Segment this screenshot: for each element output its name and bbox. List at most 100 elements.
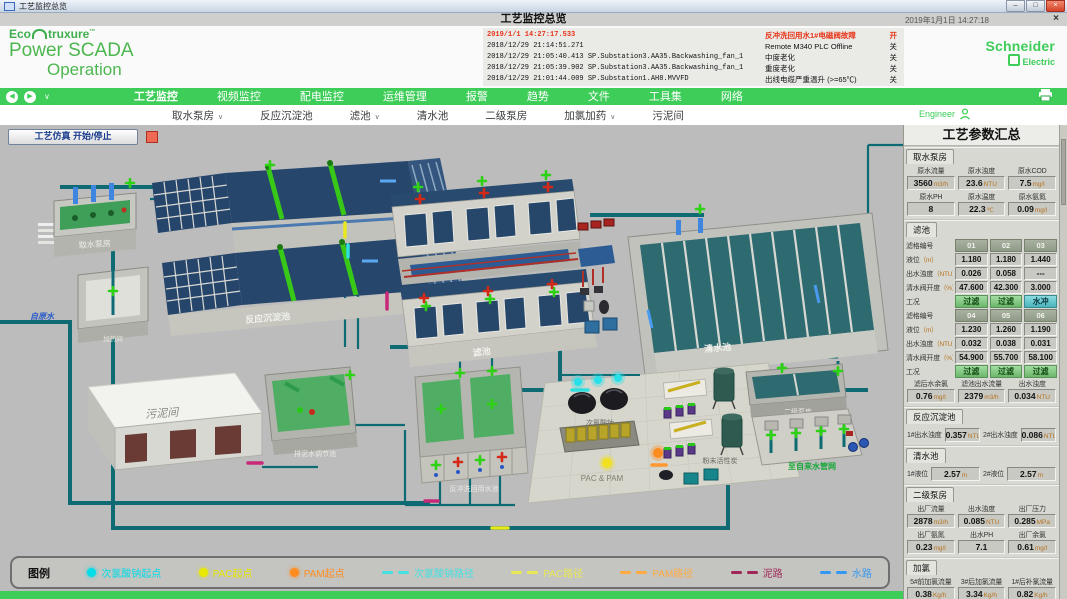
to-network-label: 至自来水管网 [788, 461, 836, 471]
legend-label: PAC路径 [543, 565, 583, 580]
secondary-pump-house[interactable]: 二级泵房 至自来水管网 [746, 364, 869, 471]
section-tab-加氯[interactable]: 加氯 [906, 560, 937, 575]
user-icon [959, 108, 971, 120]
sludge-building[interactable]: 污泥间 [88, 373, 262, 470]
section-tab-反应沉淀池[interactable]: 反应沉淀池 [906, 409, 963, 424]
legend-dot-icon [290, 568, 299, 577]
field-value: 0.09mg/l [1008, 202, 1056, 216]
field-value: 0.38Kg/h [907, 587, 955, 599]
filter-cell: 54.900 [955, 351, 988, 364]
user-badge[interactable]: Engineer [919, 108, 971, 120]
filter-cell: 1.260 [990, 323, 1023, 336]
section-tab-清水池[interactable]: 清水池 [906, 448, 946, 463]
filter-cell: 1.180 [955, 253, 988, 266]
simulation-toggle-button[interactable]: 工艺仿真 开始/停止 [8, 129, 138, 145]
alarm-list[interactable]: 2019/1/1 14:27:17.533反冲洗回用水1#电磁阀故障开2018/… [483, 28, 904, 86]
restore-button[interactable]: □ [1026, 0, 1045, 12]
nav-dropdown-icon[interactable]: ∨ [44, 92, 50, 101]
scrollbar-thumb[interactable] [1061, 139, 1066, 205]
field-value: 7.5mg/l [1008, 176, 1056, 190]
alarm-state: 关 [883, 74, 897, 85]
legend-dash-icon [620, 571, 647, 574]
legend-label: 次氯酸钠路径 [414, 565, 474, 580]
field-value: 2379m3/h [958, 389, 1006, 403]
alarm-row[interactable]: 2018/12/29 21:05:40.413 SP.Substation3.A… [487, 52, 900, 63]
field-grid: 5#前加氯流量0.38Kg/h3#后加氯流量3.34Kg/h1#后补氯流量0.8… [904, 577, 1059, 599]
field-label: 滤后水余氯 [907, 379, 955, 389]
regulation-pool[interactable]: 排泥水调节池 [265, 367, 358, 458]
legend-item-PAC路径: PAC路径 [511, 565, 583, 580]
nav-item-工艺监控[interactable]: 工艺监控 [132, 87, 180, 107]
subnav-item-取水泵房[interactable]: 取水泵房∨ [172, 108, 223, 123]
filter-row: 清水阀开度（%）47.60042.3003.000 [906, 281, 1057, 294]
alarm-row[interactable]: 2018/12/29 21:14:51.271Remote M340 PLC O… [487, 41, 900, 52]
back-icon[interactable]: ◀ [6, 91, 18, 103]
field-unit: Kg/h [933, 592, 946, 599]
filter-cell: 42.300 [990, 281, 1023, 294]
field-unit: m [962, 472, 967, 479]
alarm-message: 中度老化 [765, 52, 883, 63]
panel-field: 出厂余氯0.61mg/l [1008, 530, 1056, 554]
panel-field: 原水浊度23.6NTU [958, 166, 1006, 190]
legend-dot-icon [199, 568, 208, 577]
section-tab-滤池[interactable]: 滤池 [906, 222, 937, 237]
section-tab-取水泵房[interactable]: 取水泵房 [906, 149, 954, 164]
clear-water-pool[interactable]: 清水池 [628, 213, 888, 383]
nav-item-趋势[interactable]: 趋势 [525, 87, 551, 107]
nav-item-网络[interactable]: 网络 [719, 87, 745, 107]
printer-icon[interactable] [1038, 88, 1053, 106]
inline-field-row: 1#出水浊度0.357NTU2#出水浊度0.086NTU [904, 426, 1059, 442]
legend-item-PAM路径: PAM路径 [620, 565, 693, 580]
page-close-icon[interactable]: × [1053, 13, 1059, 25]
section-tab-二级泵房[interactable]: 二级泵房 [906, 487, 954, 502]
field-unit: NTU [986, 519, 999, 526]
subnav-item-加氯加药[interactable]: 加氯加药∨ [564, 108, 615, 123]
field-unit: NTU [984, 181, 997, 188]
subnav-item-二级泵房[interactable]: 二级泵房 [485, 108, 527, 123]
field-label: 原水流量 [907, 166, 955, 176]
filter-cell: 06 [1024, 309, 1057, 322]
subnav-item-污泥间[interactable]: 污泥间 [652, 108, 684, 123]
nav-item-工具集[interactable]: 工具集 [647, 87, 684, 107]
panel-field: 原水PH8 [907, 192, 955, 216]
nav-item-视频监控[interactable]: 视频监控 [215, 87, 263, 107]
minimize-button[interactable]: – [1006, 0, 1025, 12]
nav-item-报警[interactable]: 报警 [464, 87, 490, 107]
field-unit: MPa [1037, 519, 1050, 526]
subnav-item-滤池[interactable]: 滤池∨ [350, 108, 380, 123]
intake-pump-house[interactable]: 取水泵房 [38, 183, 136, 257]
panel-field: 原水COD7.5mg/l [1008, 166, 1056, 190]
forward-icon[interactable]: ▶ [24, 91, 36, 103]
field-value: 3.34Kg/h [958, 587, 1006, 599]
legend-label: 泥路 [763, 565, 783, 580]
field-unit: m3/h [934, 181, 948, 188]
filter-row: 工况过滤过滤过滤 [906, 365, 1057, 378]
alarm-row[interactable]: 2018/12/29 21:05:39.902 SP.Substation3.A… [487, 63, 900, 74]
nav-item-文件[interactable]: 文件 [586, 87, 612, 107]
close-button[interactable]: × [1046, 0, 1065, 12]
raw-water-label: 自原水 [30, 312, 55, 321]
filter-row-label: 液位（m） [906, 324, 953, 335]
field-label: 5#前加氯流量 [907, 577, 955, 587]
subnav-item-反应沉淀池[interactable]: 反应沉淀池 [260, 108, 313, 123]
filter-house[interactable]: 滤池 [390, 179, 617, 367]
field-label: 原水浊度 [958, 166, 1006, 176]
field-unit: Kg/h [1034, 592, 1047, 599]
field-value: 0.086NTU [1021, 428, 1056, 442]
alarm-row[interactable]: 2018/12/29 21:01:44.009 SP.Substation1.A… [487, 74, 900, 85]
legend-item-泥路: 泥路 [731, 565, 783, 580]
plant-3d-view[interactable]: 取水泵房 加药间 [0, 125, 903, 599]
panel-field: 原水氨氮0.09mg/l [1008, 192, 1056, 216]
subnav-item-清水池[interactable]: 清水池 [417, 108, 449, 123]
panel-field: 原水流量3560m3/h [907, 166, 955, 190]
filter-table: 滤格编号010203液位（m）1.1801.1801.440出水浊度（NTU）0… [904, 239, 1059, 378]
backwash-reuse-pools[interactable]: 反冲洗回用水池 [415, 367, 528, 493]
field-label: 1#后补氯流量 [1008, 577, 1056, 587]
dosing-tank[interactable]: 加药间 [78, 265, 148, 343]
panel-scrollbar[interactable] [1059, 125, 1067, 599]
alarm-row[interactable]: 2019/1/1 14:27:17.533反冲洗回用水1#电磁阀故障开 [487, 30, 900, 41]
filter-cell: 01 [955, 239, 988, 252]
nav-item-配电监控[interactable]: 配电监控 [298, 87, 346, 107]
simulation-status-indicator [146, 131, 158, 143]
nav-item-运维管理[interactable]: 运维管理 [381, 87, 429, 107]
